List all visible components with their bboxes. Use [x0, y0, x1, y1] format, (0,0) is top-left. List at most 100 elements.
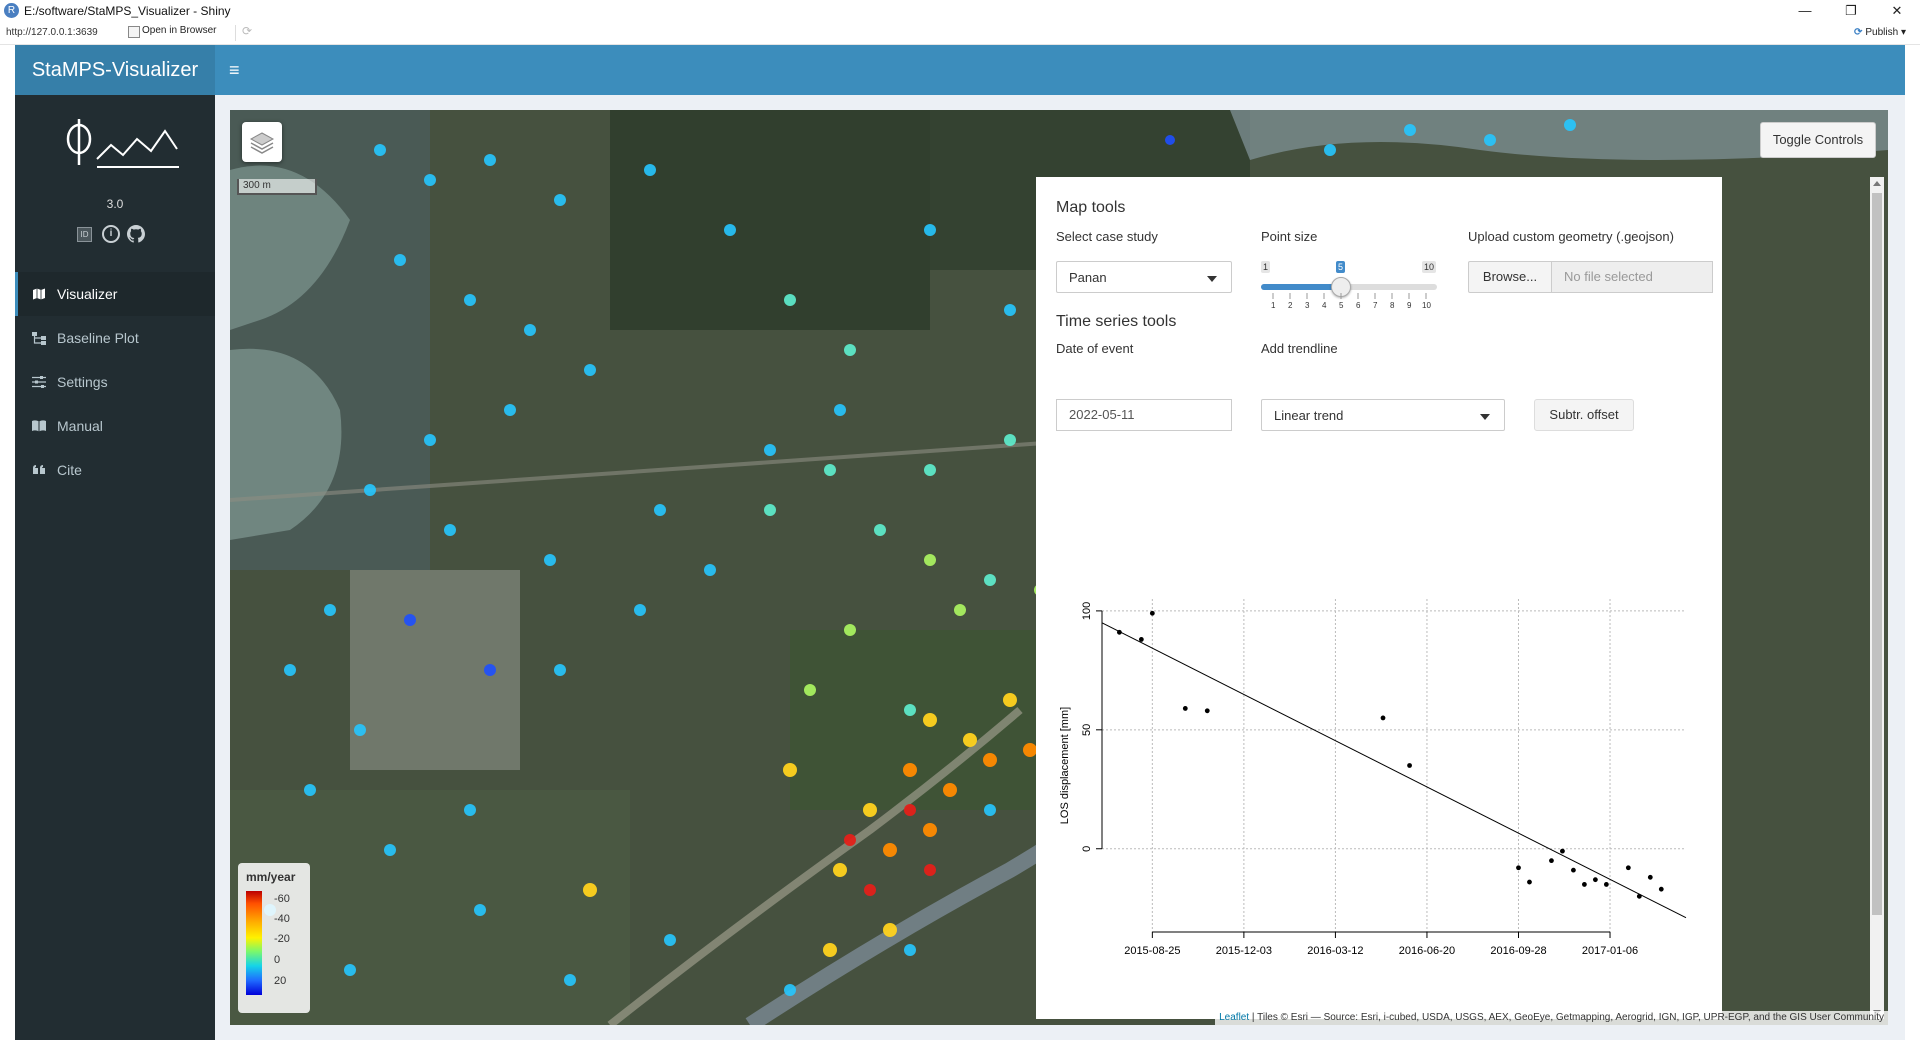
slider-grid-label: 3 — [1305, 301, 1310, 310]
chevron-down-icon — [1207, 276, 1217, 282]
slider-grid-label: 2 — [1288, 301, 1293, 310]
x-tick-label: 2017-01-06 — [1582, 945, 1638, 957]
publish-button[interactable]: ⟳ Publish ▾ — [1854, 27, 1906, 38]
data-point — [1603, 882, 1609, 887]
scroll-up-arrow[interactable] — [1873, 181, 1881, 186]
map-attribution: Leaflet | Tiles © Esri — Source: Esri, i… — [1215, 1011, 1888, 1025]
data-point — [1527, 879, 1532, 885]
panel-scrollbar[interactable] — [1870, 177, 1884, 1019]
quote-icon — [33, 465, 45, 474]
map-scale-bar: 300 m — [237, 179, 317, 195]
slider-value-label: 5 — [1336, 261, 1346, 273]
plot-points — [1116, 610, 1664, 899]
slider-grid-label: 6 — [1356, 301, 1361, 310]
sidebar-menu: Visualizer Baseline Plot Settings Manual… — [15, 272, 215, 492]
toolbar-divider — [235, 25, 236, 41]
refresh-icon[interactable]: ⟳ — [242, 24, 252, 38]
legend-tick: 0 — [274, 954, 281, 966]
sidebar-toggle-icon[interactable]: ≡ — [229, 60, 247, 80]
zenodo-icon[interactable]: ID — [77, 227, 92, 242]
slider-max-label: 10 — [1422, 261, 1437, 273]
point-size-slider[interactable]: 1 5 10 1 2 3 4 5 6 7 8 9 10 — [1261, 261, 1437, 311]
sidebar-item-label: Cite — [57, 462, 82, 478]
attribution-text: | Tiles © Esri — Source: Esri, i-cubed, … — [1249, 1012, 1884, 1023]
sidebar-item-label: Visualizer — [57, 286, 118, 302]
data-point — [1592, 877, 1598, 883]
slider-grid-label: 7 — [1373, 301, 1378, 310]
restore-button[interactable]: ❐ — [1828, 0, 1874, 22]
scrollbar-thumb[interactable] — [1872, 193, 1882, 915]
sidebar-item-settings[interactable]: Settings — [15, 360, 215, 404]
app-version: 3.0 — [106, 197, 124, 211]
sidebar-item-label: Manual — [57, 418, 103, 434]
minimize-button[interactable]: — — [1782, 0, 1828, 22]
app-logo-title[interactable]: StaMPS-Visualizer — [15, 45, 215, 95]
date-of-event-input[interactable]: 2022-05-11 — [1056, 399, 1232, 431]
slider-grid-label: 9 — [1407, 301, 1412, 310]
book-icon — [32, 420, 46, 432]
info-icon[interactable]: i — [102, 225, 120, 243]
subtract-offset-button[interactable]: Subtr. offset — [1534, 399, 1634, 431]
data-point — [1204, 708, 1210, 714]
case-study-label: Select case study — [1056, 229, 1158, 244]
data-point — [1407, 763, 1412, 768]
x-tick-label: 2016-03-12 — [1307, 945, 1363, 957]
data-point — [1647, 874, 1653, 880]
toggle-controls-button[interactable]: Toggle Controls — [1760, 122, 1876, 158]
legend-tick: -40 — [274, 913, 290, 925]
slider-grid-label: 1 — [1271, 301, 1276, 310]
leaflet-map[interactable]: 300 m Toggle Controls mm/year -60 -40 -2… — [230, 110, 1888, 1025]
trendline-select[interactable]: Linear trend — [1261, 399, 1505, 431]
upload-geometry-label: Upload custom geometry (.geojson) — [1468, 229, 1674, 244]
sitemap-icon — [32, 332, 46, 345]
sidebar-item-visualizer[interactable]: Visualizer — [15, 272, 215, 316]
x-tick-label: 2015-12-03 — [1216, 945, 1272, 957]
layers-icon — [249, 132, 275, 154]
date-of-event-label: Date of event — [1056, 341, 1134, 356]
external-links: ID i — [77, 225, 177, 245]
plot-axes: 2015-08-25 2015-12-03 2016-03-12 2016-06-20… — [1081, 602, 1638, 957]
publish-icon: ⟳ — [1853, 27, 1863, 38]
sliders-icon — [32, 376, 46, 388]
color-legend: mm/year -60 -40 -20 0 20 — [238, 863, 310, 1013]
browse-button[interactable]: Browse... — [1468, 261, 1552, 293]
legend-tick: -60 — [274, 893, 290, 905]
y-tick-label: 50 — [1081, 724, 1093, 736]
close-button[interactable]: ✕ — [1874, 0, 1920, 22]
data-point — [1571, 867, 1576, 873]
sidebar-item-manual[interactable]: Manual — [15, 404, 215, 448]
stamps-logo-icon — [66, 119, 179, 168]
y-axis-label: LOS displacement [mm] — [1059, 707, 1071, 824]
data-point — [1149, 610, 1155, 616]
case-study-select[interactable]: Panan — [1056, 261, 1232, 293]
layers-control-button[interactable] — [242, 122, 282, 162]
data-point — [1581, 882, 1587, 887]
add-trendline-label: Add trendline — [1261, 341, 1338, 356]
github-icon[interactable] — [127, 225, 145, 243]
sidebar-item-label: Baseline Plot — [57, 330, 139, 346]
publish-label: Publish — [1865, 27, 1899, 38]
open-in-browser-button[interactable]: Open in Browser — [126, 25, 216, 38]
data-point — [1182, 706, 1188, 711]
window-title: E:/software/StaMPS_Visualizer - Shiny — [24, 4, 231, 18]
map-icon — [33, 288, 45, 300]
viewer-toolbar: http://127.0.0.1:3639 Open in Browser ⟳ … — [0, 22, 1920, 45]
slider-fill — [1261, 284, 1341, 290]
data-point — [1549, 858, 1554, 864]
slider-grid-label: 10 — [1422, 301, 1431, 310]
sidebar-item-baseline-plot[interactable]: Baseline Plot — [15, 316, 215, 360]
x-tick-label: 2016-09-28 — [1490, 945, 1546, 957]
data-point — [1658, 886, 1664, 892]
sidebar-item-cite[interactable]: Cite — [15, 448, 215, 492]
sidebar-item-label: Settings — [57, 374, 108, 390]
point-size-label: Point size — [1261, 229, 1318, 244]
controls-panel: Map tools Select case study Panan Point … — [1036, 177, 1884, 1019]
y-tick-label: 100 — [1081, 602, 1093, 620]
slider-grid-label: 4 — [1322, 301, 1327, 310]
data-point — [1625, 865, 1631, 871]
slider-min-label: 1 — [1261, 261, 1271, 273]
x-tick-label: 2015-08-25 — [1124, 945, 1180, 957]
slider-grid-label: 5 — [1339, 301, 1344, 310]
leaflet-link[interactable]: Leaflet — [1219, 1012, 1249, 1023]
data-point — [1380, 715, 1386, 721]
